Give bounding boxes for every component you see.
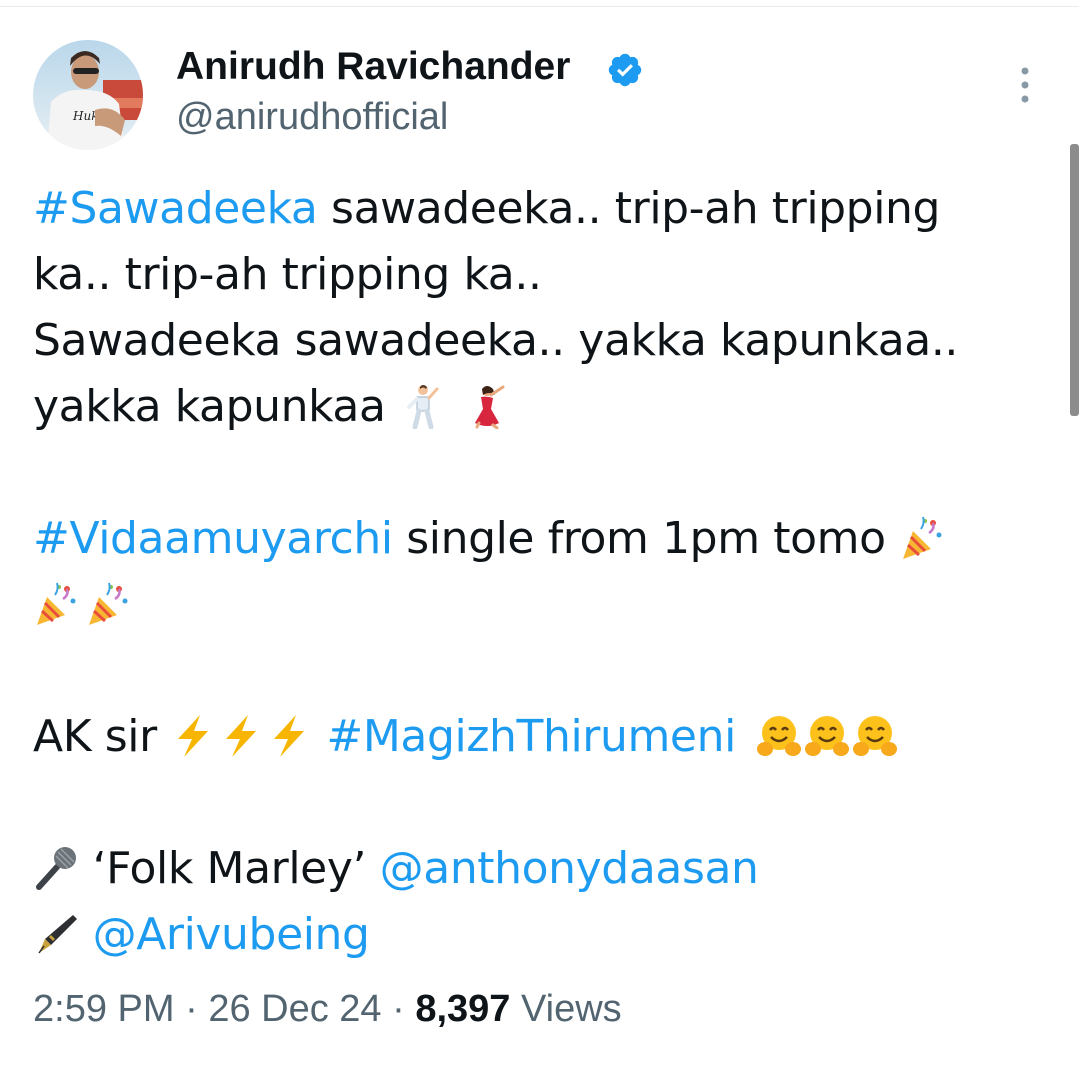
more-vertical-icon[interactable] [1012, 66, 1038, 106]
tweet-line-3: Sawadeeka sawadeeka.. yakka kapunkaa.. [33, 308, 958, 374]
party-popper-emoji [89, 582, 128, 625]
tweet-text-segment: ‘Folk Marley’ [79, 843, 380, 894]
woman-dancing-emoji [474, 385, 505, 429]
hashtag-vidaamuyarchi[interactable]: #Vidaamuyarchi [33, 513, 393, 564]
verified-badge-icon [608, 53, 642, 87]
scrollbar[interactable] [1070, 144, 1079, 416]
man-dancing-emoji [407, 385, 439, 429]
tweet-line-4: yakka kapunkaa [33, 374, 517, 440]
views-label[interactable]: Views [510, 988, 622, 1030]
hashtag-sawadeeka[interactable]: #Sawadeeka [33, 183, 318, 234]
tweet-text-segment: single from 1pm tomo [392, 513, 900, 564]
fountain-pen-emoji [38, 915, 77, 954]
party-popper-emoji [903, 516, 942, 559]
tweet-text-segment [79, 909, 93, 960]
tweet-text-segment: AK sir [33, 711, 171, 762]
views-count[interactable]: 8,397 [415, 988, 510, 1030]
avatar[interactable]: Hukum [33, 40, 143, 150]
tweet-text-segment: ka.. trip-ah tripping ka.. [33, 249, 542, 300]
tweet-text-segment: yakka kapunkaa [33, 381, 400, 432]
hugging-face-emoji [756, 716, 801, 756]
meta-separator: · [174, 988, 209, 1030]
meta-separator: · [381, 988, 416, 1030]
hashtag-magizhthirumeni[interactable]: #MagizhThirumeni [326, 711, 736, 762]
tweet-text-segment: Sawadeeka sawadeeka.. yakka kapunkaa.. [33, 315, 959, 366]
author-handle[interactable]: @anirudhofficial [176, 94, 448, 140]
high-voltage-emoji [226, 715, 257, 757]
top-divider [0, 6, 1079, 7]
tweet-line-5: #Vidaamuyarchi single from 1pm tomo [33, 506, 951, 572]
tweet-meta: 2:59 PM · 26 Dec 24 · 8,397 Views [33, 985, 622, 1033]
mention-arivubeing[interactable]: @Arivubeing [93, 909, 370, 960]
tweet-line-7: AK sir #MagizhThirumeni [33, 704, 904, 770]
tweet-line-2: ka.. trip-ah tripping ka.. [33, 242, 542, 308]
high-voltage-emoji [178, 715, 209, 757]
party-popper-emoji [37, 582, 76, 625]
microphone-emoji [36, 847, 76, 890]
tweet-text-segment: sawadeeka.. trip-ah tripping [317, 183, 941, 234]
hugging-face-emoji [852, 716, 897, 756]
author-display-name[interactable]: Anirudh Ravichander [176, 44, 570, 90]
tweet-line-6 [33, 572, 137, 638]
tweet-line-1: #Sawadeeka sawadeeka.. trip-ah tripping [33, 176, 940, 242]
hugging-face-emoji [804, 716, 849, 756]
tweet-time[interactable]: 2:59 PM [33, 988, 175, 1030]
tweet-line-9: @Arivubeing [33, 902, 370, 968]
tweet-line-8: ‘Folk Marley’ @anthonydaasan [33, 836, 759, 902]
high-voltage-emoji [274, 715, 305, 757]
mention-anthonydaasan[interactable]: @anthonydaasan [380, 843, 759, 894]
tweet-date[interactable]: 26 Dec 24 [208, 988, 381, 1030]
